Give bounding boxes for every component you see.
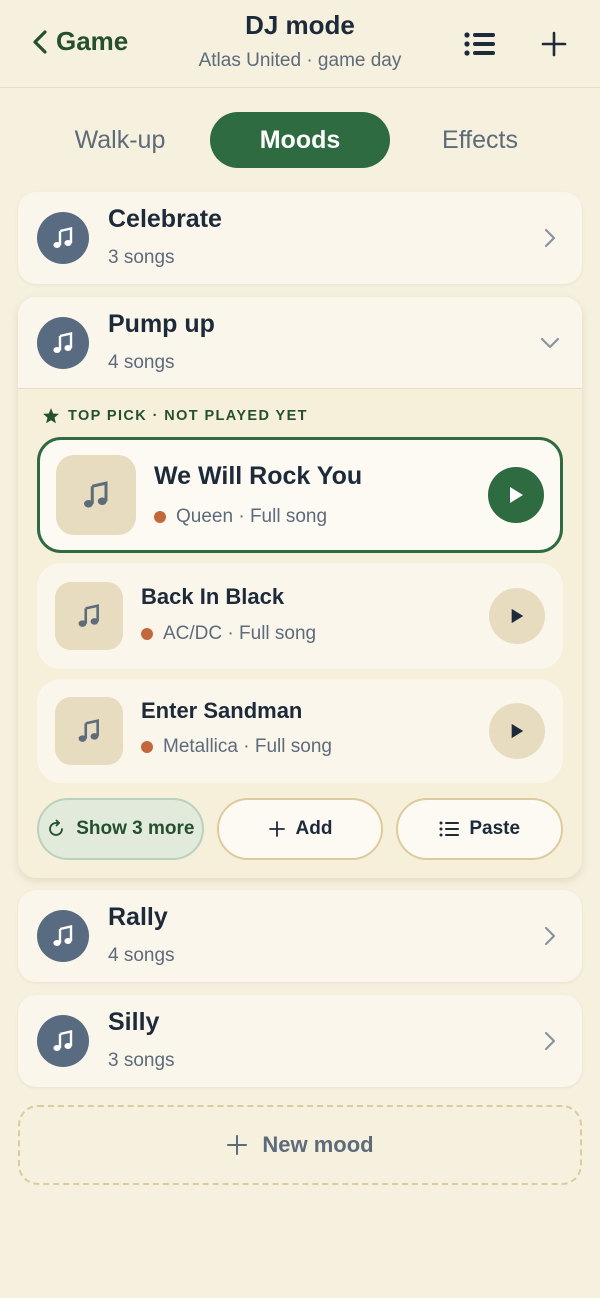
new-mood-button[interactable]: New mood — [18, 1105, 582, 1185]
artist-dot — [154, 511, 166, 523]
top-pick-text: TOP PICK · NOT PLAYED YET — [68, 408, 308, 424]
mood-song-count: 4 songs — [108, 352, 175, 373]
new-mood-label: New mood — [262, 1132, 374, 1157]
mood-card-silly: Silly 3 songs — [18, 995, 582, 1087]
play-icon — [511, 723, 524, 739]
song-type: Full song — [254, 736, 332, 757]
song-row[interactable]: Back In Black AC/DC · Full song — [37, 563, 563, 669]
meta-separator: · — [222, 623, 240, 644]
refresh-icon — [49, 819, 64, 836]
mood-avatar — [37, 317, 89, 369]
list-icon — [464, 32, 495, 56]
chevron-right-icon — [536, 224, 564, 252]
plus-icon — [541, 31, 567, 57]
song-artwork — [56, 455, 136, 535]
song-meta: Metallica · Full song — [141, 736, 332, 758]
song-row-top-pick[interactable]: We Will Rock You Queen · Full song — [37, 437, 563, 553]
play-button[interactable] — [489, 703, 545, 759]
plus-icon — [268, 821, 285, 837]
mood-avatar — [37, 1015, 89, 1067]
music-note-icon — [53, 924, 73, 946]
mood-row-silly[interactable]: Silly 3 songs — [18, 995, 582, 1087]
meta-separator: · — [233, 506, 250, 527]
play-icon — [510, 487, 523, 503]
meta-separator: · — [237, 736, 255, 757]
chevron-down-icon — [536, 329, 564, 357]
music-note-icon — [53, 1029, 73, 1051]
mood-name: Silly — [108, 1008, 160, 1036]
top-bar: Game DJ mode Atlas United · game day — [0, 0, 600, 88]
mood-name: Pump up — [108, 310, 215, 338]
music-note-icon — [78, 604, 99, 627]
mood-avatar — [37, 212, 89, 264]
song-row[interactable]: Enter Sandman Metallica · Full song — [37, 679, 563, 783]
plus-icon — [227, 1135, 248, 1155]
mood-song-count: 3 songs — [108, 247, 175, 268]
tab-walk-up[interactable]: Walk-up — [30, 112, 210, 168]
top-pick-label: TOP PICK · NOT PLAYED YET — [42, 407, 308, 425]
artist-dot — [141, 628, 153, 640]
paste-label: Paste — [469, 818, 521, 839]
song-artwork — [55, 582, 123, 650]
star-icon — [43, 408, 59, 424]
song-title: We Will Rock You — [154, 462, 363, 490]
paste-button[interactable]: Paste — [396, 798, 564, 860]
play-button[interactable] — [489, 588, 545, 644]
song-title: Enter Sandman — [141, 698, 303, 723]
music-note-icon — [78, 719, 99, 742]
show-more-button[interactable]: Show 3 more — [37, 798, 204, 860]
add-song-button[interactable]: Add — [216, 798, 384, 860]
play-button[interactable] — [488, 467, 544, 523]
list-icon — [439, 821, 460, 837]
song-artist: AC/DC — [163, 623, 223, 644]
mood-avatar — [37, 910, 89, 962]
list-view-button[interactable] — [460, 24, 500, 64]
show-more-label: Show 3 more — [76, 818, 195, 839]
mood-row-rally[interactable]: Rally 4 songs — [18, 890, 582, 982]
tab-moods[interactable]: Moods — [210, 112, 390, 168]
music-note-icon — [53, 226, 73, 248]
song-title: Back In Black — [141, 584, 285, 609]
artist-dot — [141, 741, 153, 753]
mood-row-pump-up[interactable]: Pump up 4 songs — [18, 297, 582, 389]
music-note-icon — [84, 481, 108, 508]
add-label: Add — [295, 818, 333, 839]
play-icon — [511, 608, 524, 624]
mood-card-celebrate: Celebrate 3 songs — [18, 192, 582, 284]
mood-row-celebrate[interactable]: Celebrate 3 songs — [18, 192, 582, 284]
chevron-right-icon — [536, 922, 564, 950]
song-artwork — [55, 697, 123, 765]
mood-song-count: 3 songs — [108, 1050, 175, 1071]
song-artist: Queen — [176, 506, 234, 527]
page-title: DJ mode — [245, 10, 355, 40]
mood-song-count: 4 songs — [108, 945, 175, 966]
song-meta: Queen · Full song — [154, 506, 327, 528]
mode-tabs: Walk-up Moods Effects — [30, 112, 570, 168]
mood-card-pump-up: Pump up 4 songs TOP PICK · NOT PLAYED YE… — [18, 297, 582, 878]
page-subtitle: Atlas United · game day — [198, 50, 402, 71]
song-artist: Metallica — [163, 736, 238, 757]
tab-effects[interactable]: Effects — [390, 112, 570, 168]
mood-name: Celebrate — [108, 205, 222, 233]
song-type: Full song — [249, 506, 328, 527]
song-meta: AC/DC · Full song — [141, 623, 316, 645]
chevron-right-icon — [536, 1027, 564, 1055]
music-note-icon — [53, 331, 73, 353]
song-type: Full song — [239, 623, 317, 644]
mood-actions: Show 3 more Add Paste — [37, 798, 564, 860]
mood-card-rally: Rally 4 songs — [18, 890, 582, 982]
mood-name: Rally — [108, 903, 168, 931]
add-button[interactable] — [534, 24, 574, 64]
